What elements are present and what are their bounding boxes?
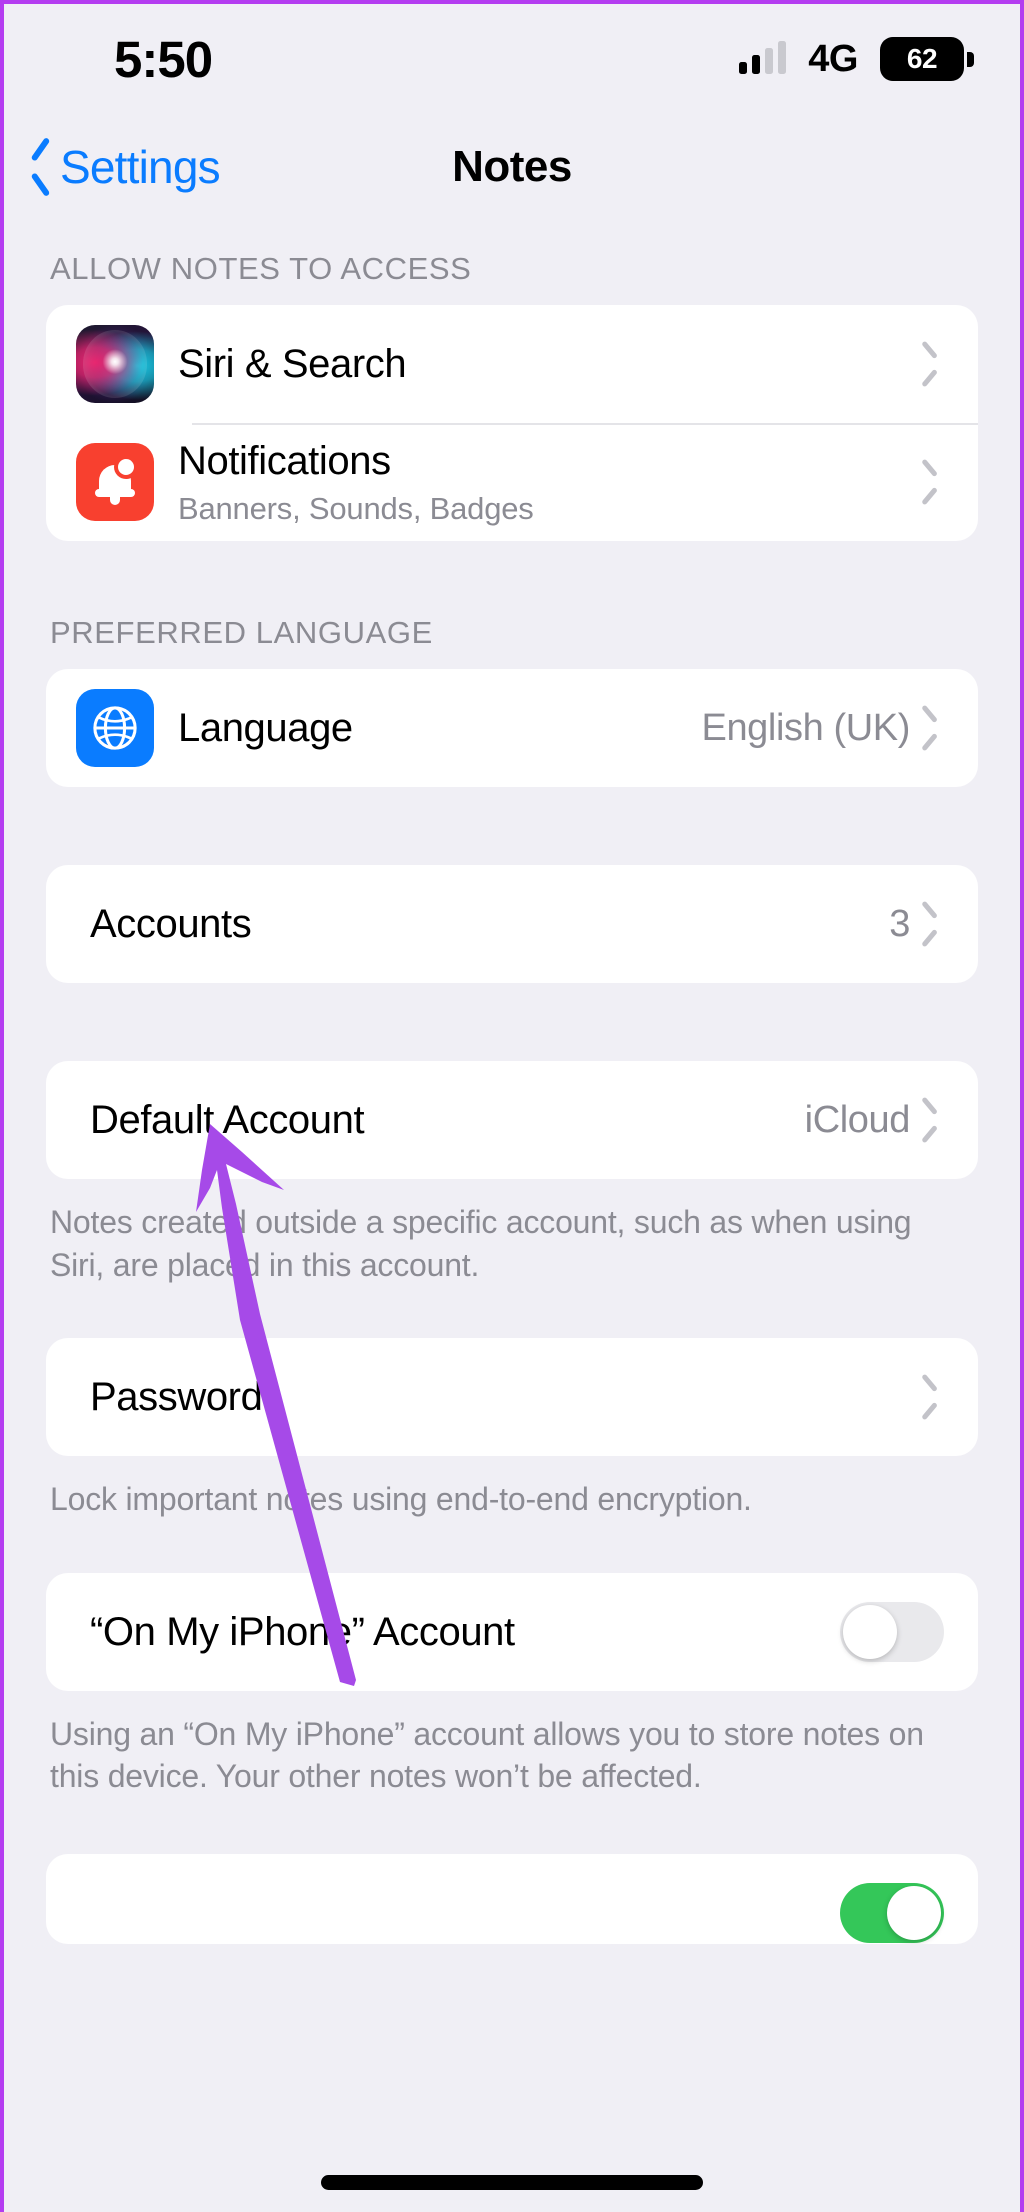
row-password-title: Password bbox=[90, 1375, 263, 1420]
settings-list: ALLOW NOTES TO ACCESS Siri & Search Noti… bbox=[4, 219, 1020, 2212]
group-bottom-partial bbox=[46, 1853, 978, 1944]
globe-icon-svg bbox=[93, 706, 137, 750]
footer-default-account: Notes created outside a specific account… bbox=[50, 1204, 912, 1283]
row-language-value: English (UK) bbox=[701, 706, 911, 749]
section-header-preferred-language: PREFERRED LANGUAGE bbox=[50, 615, 433, 650]
cellular-signal-icon bbox=[739, 41, 787, 74]
row-default-account-title: Default Account bbox=[90, 1098, 365, 1142]
row-siri-and-search[interactable]: Siri & Search bbox=[46, 305, 978, 423]
status-bar: 5:50 4G 62 bbox=[4, 4, 1020, 114]
group-accounts: Accounts 3 bbox=[46, 865, 978, 983]
row-notifications-subtitle: Banners, Sounds, Badges bbox=[178, 490, 534, 526]
row-on-my-iphone-account[interactable]: “On My iPhone” Account bbox=[46, 1573, 978, 1691]
footer-on-my-iphone: Using an “On My iPhone” account allows y… bbox=[50, 1715, 924, 1795]
chevron-right-icon bbox=[926, 714, 942, 742]
row-siri-title: Siri & Search bbox=[178, 342, 407, 386]
toggle-bottom-partial[interactable] bbox=[840, 1882, 944, 1943]
row-language[interactable]: Language English (UK) bbox=[46, 669, 978, 787]
row-language-title: Language bbox=[178, 706, 353, 750]
battery-percentage: 62 bbox=[906, 43, 938, 74]
status-bar-time: 5:50 bbox=[114, 30, 213, 88]
row-accounts-title: Accounts bbox=[90, 902, 252, 946]
row-default-account[interactable]: Default Account iCloud bbox=[46, 1061, 978, 1179]
chevron-right-icon bbox=[926, 1383, 942, 1411]
section-header-allow-access: ALLOW NOTES TO ACCESS bbox=[50, 251, 472, 286]
network-type-label: 4G bbox=[808, 37, 858, 80]
group-allow-access: Siri & Search Notifications Banners, Sou… bbox=[46, 305, 978, 541]
group-on-my-iphone: “On My iPhone” Account bbox=[46, 1572, 978, 1691]
siri-icon bbox=[76, 325, 154, 403]
toggle-on-my-iphone-account[interactable] bbox=[840, 1601, 944, 1662]
globe-icon bbox=[76, 689, 154, 767]
page-title: Notes bbox=[452, 141, 572, 191]
chevron-right-icon bbox=[926, 350, 942, 378]
row-default-account-value: iCloud bbox=[804, 1098, 911, 1141]
group-default-account: Default Account iCloud bbox=[46, 1061, 978, 1179]
notifications-bell-icon bbox=[76, 443, 154, 521]
status-bar-indicators: 4G 62 bbox=[739, 37, 974, 81]
phone-screen: 5:50 4G 62 Settings Notes ALLOW NOTES TO… bbox=[4, 4, 1020, 2212]
row-on-my-iphone-title: “On My iPhone” Account bbox=[90, 1609, 515, 1654]
row-accounts[interactable]: Accounts 3 bbox=[46, 865, 978, 983]
battery-icon: 62 bbox=[880, 37, 974, 81]
chevron-right-icon bbox=[926, 1106, 942, 1134]
group-password: Password bbox=[46, 1338, 978, 1457]
row-notifications-title: Notifications bbox=[178, 438, 391, 483]
group-language: Language English (UK) bbox=[46, 669, 978, 787]
chevron-right-icon bbox=[926, 468, 942, 496]
row-bottom-partial[interactable] bbox=[46, 1854, 978, 1944]
footer-password: Lock important notes using end-to-end en… bbox=[50, 1481, 752, 1518]
row-notifications[interactable]: Notifications Banners, Sounds, Badges bbox=[46, 423, 978, 541]
navigation-bar: Settings Notes bbox=[4, 114, 1020, 219]
chevron-left-icon bbox=[30, 149, 50, 185]
row-accounts-value: 3 bbox=[889, 902, 910, 945]
row-password[interactable]: Password bbox=[46, 1338, 978, 1456]
chevron-right-icon bbox=[926, 910, 942, 938]
home-indicator bbox=[321, 2175, 703, 2190]
